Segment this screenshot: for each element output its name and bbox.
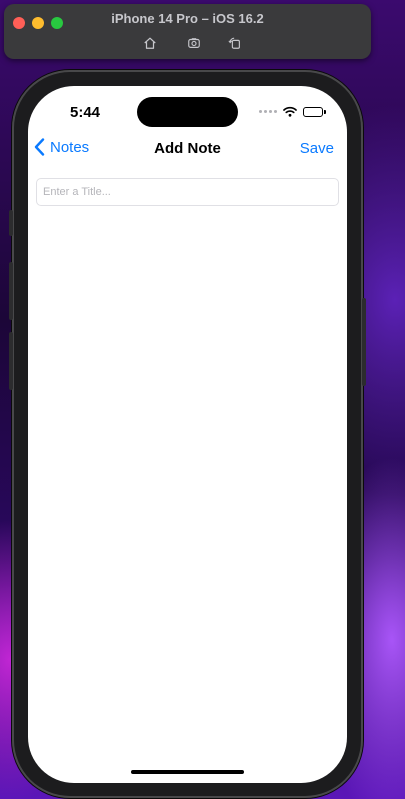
simulator-window-bar: iPhone 14 Pro – iOS 16.2 (4, 4, 371, 59)
power-button (362, 298, 366, 386)
rotate-icon[interactable] (227, 35, 243, 51)
status-icons (259, 106, 326, 117)
volume-down-button (9, 332, 13, 390)
phone-screen: 5:44 Notes Add Note Save (28, 86, 347, 783)
status-time: 5:44 (70, 104, 101, 121)
battery-icon (303, 106, 326, 117)
simulator-title: iPhone 14 Pro – iOS 16.2 (111, 11, 264, 26)
dynamic-island (137, 97, 238, 127)
home-icon[interactable] (142, 35, 158, 51)
action-button (9, 210, 13, 236)
screenshot-icon[interactable] (186, 35, 202, 51)
title-input[interactable] (36, 178, 339, 206)
home-indicator (131, 770, 244, 774)
signal-dots-icon (259, 110, 277, 113)
volume-up-button (9, 262, 13, 320)
wifi-icon (283, 106, 297, 117)
save-button[interactable]: Save (300, 140, 334, 157)
